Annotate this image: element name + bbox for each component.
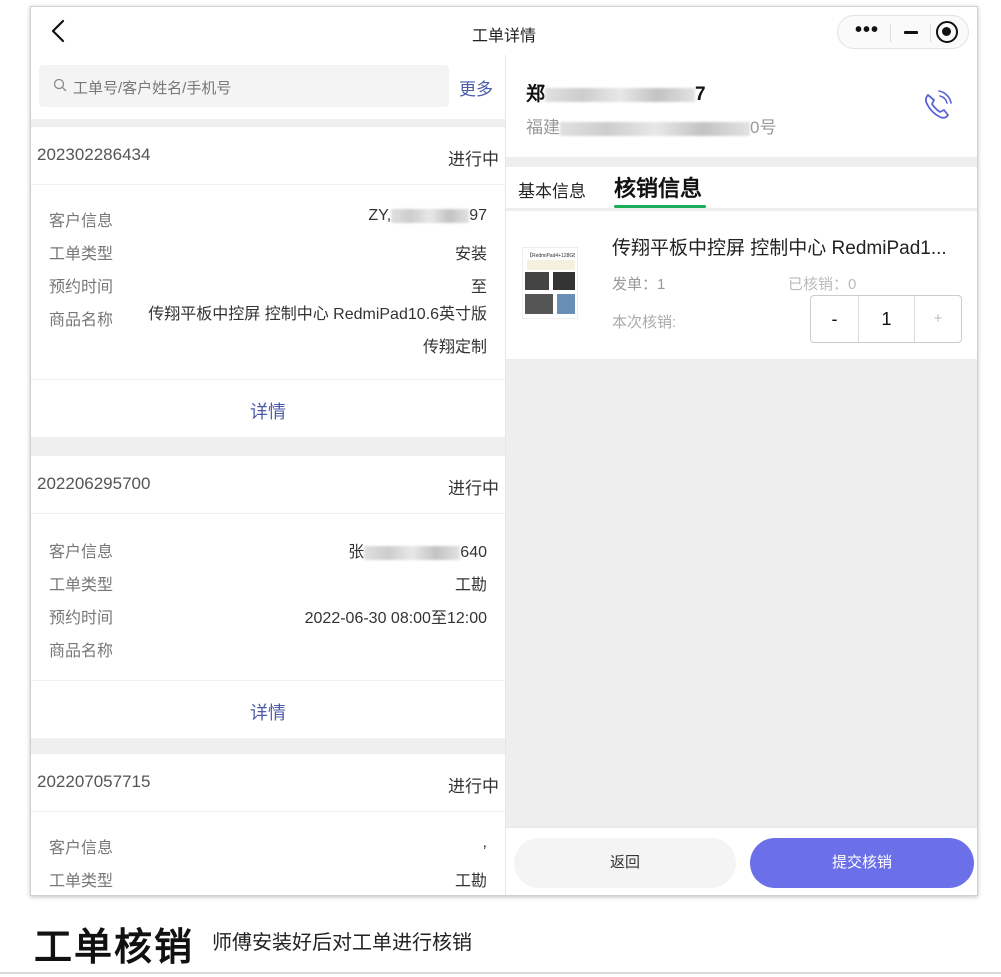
order-card[interactable]: 202206295700 进行中 客户信息 张 640 工单类型 工勘 预约时间 … — [31, 456, 505, 738]
order-card-footer: 详情 — [31, 379, 505, 437]
return-button[interactable]: 返回 — [514, 838, 736, 888]
minimize-button[interactable] — [896, 16, 926, 48]
redacted-blur — [391, 208, 470, 223]
order-detail-pane: 郑7 福建0号 基本信息 核销信息 【RedmiPad4+128GB套餐】 传 — [505, 55, 977, 895]
thumbnail-block — [525, 272, 549, 290]
verified-count: 已核销：0 — [788, 276, 857, 293]
product-name-label: 商品名称 — [49, 312, 114, 329]
order-card-header: 202207057715 进行中 — [31, 754, 505, 812]
decrement-button[interactable]: - — [811, 296, 859, 342]
thumbnail-text: 【RedmiPad4+128GB套餐】 — [527, 253, 575, 258]
detail-tabs: 基本信息 核销信息 — [506, 167, 977, 209]
quantity-stepper: - 1 + — [810, 295, 962, 343]
page-title: 工单详情 — [471, 28, 536, 45]
caption-subtitle: 师傅安装好后对工单进行核销 — [212, 932, 472, 954]
redacted-blur — [545, 87, 696, 102]
customer-suffix: 640 — [460, 544, 487, 561]
customer-info-label: 客户信息 — [49, 840, 114, 857]
order-card-header: 202206295700 进行中 — [31, 456, 505, 514]
customer-info-value: ZY, 97 — [368, 207, 487, 225]
tab-basic-info[interactable]: 基本信息 — [518, 177, 586, 202]
action-bar: 返回 提交核销 — [506, 827, 977, 895]
order-number: 202207057715 — [37, 772, 151, 791]
address-suffix: 0号 — [750, 118, 777, 137]
thumbnail-block — [557, 294, 575, 314]
order-type-value: 安装 — [454, 246, 487, 263]
order-status: 进行中 — [448, 479, 499, 498]
product-thumbnail: 【RedmiPad4+128GB套餐】 — [522, 247, 578, 319]
appointment-value: 至 — [470, 279, 487, 296]
order-type-label: 工单类型 — [49, 873, 114, 890]
divider — [0, 972, 1001, 974]
order-type-label: 工单类型 — [49, 246, 114, 263]
redacted-blur — [560, 121, 750, 136]
appointment-label: 预约时间 — [49, 279, 114, 296]
app-window: 工单详情 ••• 工单号/客户姓名/手机号 更多 202302286434 进行… — [30, 6, 978, 896]
search-icon — [53, 78, 67, 92]
this-verify-label: 本次核销: — [612, 314, 677, 331]
capsule-menu: ••• — [837, 15, 969, 49]
customer-name-prefix: 郑 — [526, 84, 546, 105]
order-number: 202206295700 — [37, 474, 151, 493]
customer-info-value: 张 640 — [348, 538, 487, 562]
order-card[interactable]: 202207057715 进行中 客户信息 , 工单类型 工勘 — [31, 754, 505, 895]
search-placeholder: 工单号/客户姓名/手机号 — [73, 80, 232, 97]
customer-name-suffix: 7 — [695, 84, 706, 105]
order-card-header: 202302286434 进行中 — [31, 127, 505, 185]
active-tab-indicator — [614, 205, 706, 208]
caption-title: 工单核销 — [34, 927, 195, 969]
close-target-icon[interactable] — [936, 21, 958, 43]
more-filter-link[interactable]: 更多 — [459, 75, 493, 100]
product-name-label: 商品名称 — [49, 643, 114, 660]
customer-prefix: ZY, — [368, 207, 392, 224]
thumbnail-block — [527, 260, 575, 270]
customer-name: 郑7 — [526, 79, 706, 106]
increment-button[interactable]: + — [915, 296, 961, 342]
order-status: 进行中 — [448, 150, 499, 169]
search-input[interactable]: 工单号/客户姓名/手机号 — [39, 65, 449, 107]
thumbnail-block — [553, 272, 575, 290]
customer-info-label: 客户信息 — [49, 213, 114, 230]
order-status: 进行中 — [448, 777, 499, 796]
order-card[interactable]: 202302286434 进行中 客户信息 ZY, 97 工单类型 安装 预约时间… — [31, 127, 505, 437]
search-row: 工单号/客户姓名/手机号 更多 — [31, 55, 505, 119]
address-prefix: 福建 — [526, 118, 560, 137]
more-button[interactable]: ••• — [848, 18, 886, 46]
customer-suffix: 97 — [469, 207, 487, 224]
appointment-label: 预约时间 — [49, 610, 114, 627]
order-type-label: 工单类型 — [49, 577, 114, 594]
order-type-value: 工勘 — [454, 873, 487, 890]
order-type-value: 工勘 — [454, 577, 487, 594]
order-number: 202302286434 — [37, 145, 151, 164]
customer-prefix: 张 — [348, 544, 365, 561]
order-list-pane: 工单号/客户姓名/手机号 更多 202302286434 进行中 客户信息 ZY… — [31, 55, 505, 895]
appointment-value: 2022-06-30 08:00至12:00 — [304, 610, 487, 627]
product-title: 传翔平板中控屏 控制中心 RedmiPad1... — [612, 238, 947, 259]
tab-verify-info[interactable]: 核销信息 — [614, 171, 702, 203]
submit-verify-button[interactable]: 提交核销 — [750, 838, 974, 888]
detail-link[interactable]: 详情 — [31, 398, 505, 424]
product-name-value: 传翔平板中控屏 控制中心 RedmiPad10.6英寸版 传翔定制 — [148, 306, 487, 356]
customer-info-label: 客户信息 — [49, 544, 114, 561]
capsule-divider — [930, 24, 931, 42]
order-card-footer: 详情 — [31, 680, 505, 738]
customer-header: 郑7 福建 0号 — [506, 55, 977, 157]
product-item: 【RedmiPad4+128GB套餐】 传翔平板中控屏 控制中心 RedmiPa… — [506, 211, 977, 359]
redacted-blur — [364, 545, 461, 560]
quantity-value[interactable]: 1 — [859, 296, 915, 342]
customer-address: 福建 0号 — [526, 113, 776, 138]
phone-icon[interactable] — [920, 89, 954, 123]
capsule-divider — [890, 24, 891, 42]
issued-count: 发单：1 — [612, 276, 666, 293]
thumbnail-block — [525, 294, 553, 314]
title-bar: 工单详情 ••• — [31, 7, 977, 55]
detail-link[interactable]: 详情 — [31, 699, 505, 725]
customer-info-value: , — [482, 834, 487, 851]
